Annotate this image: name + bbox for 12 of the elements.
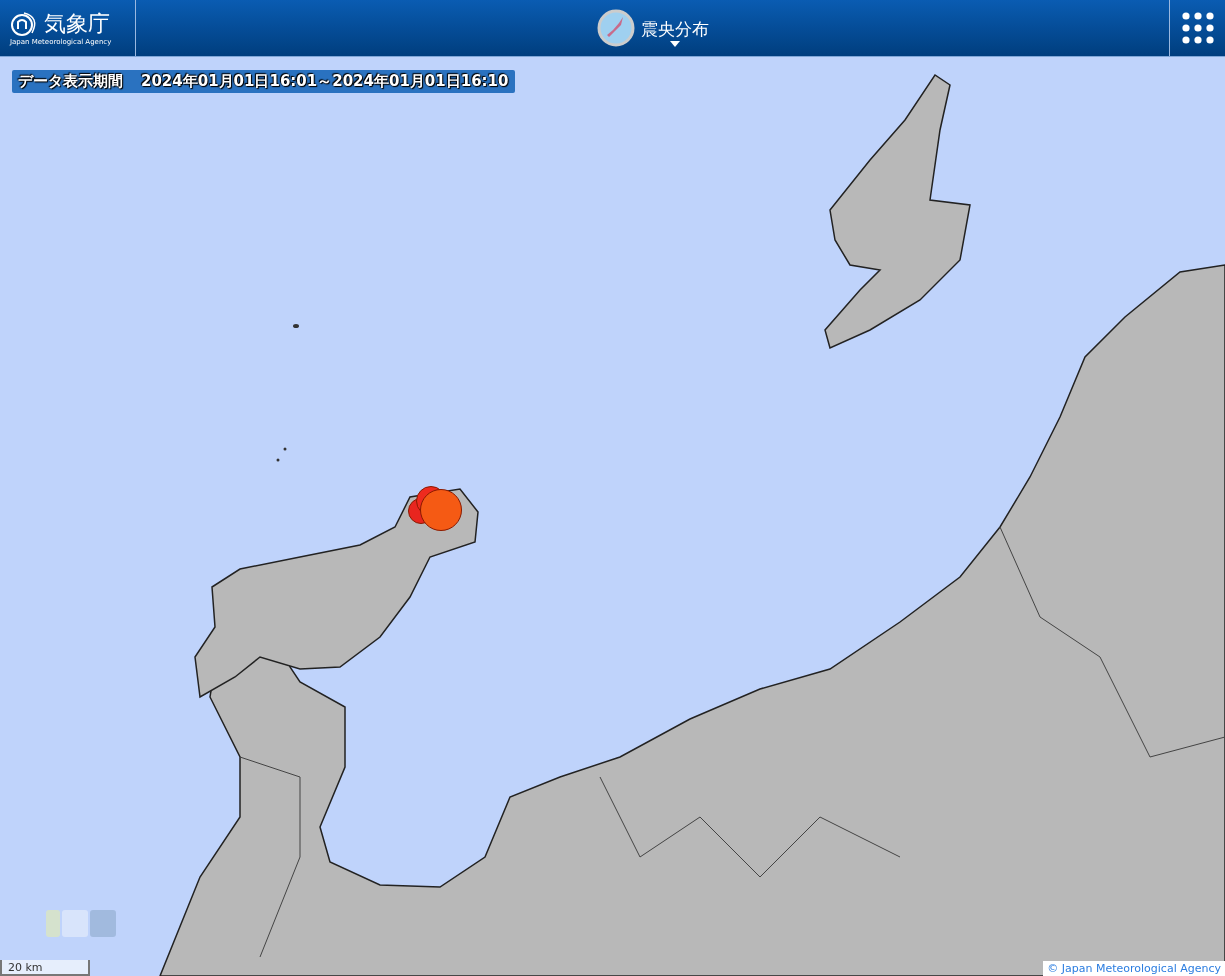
period-label: データ表示期間: [18, 72, 123, 91]
page-title[interactable]: 震央分布: [640, 17, 709, 41]
japan-globe-icon: [596, 9, 635, 47]
layer-toggle[interactable]: [62, 910, 88, 937]
layer-toggle[interactable]: [90, 910, 116, 937]
grid-menu-icon: [1180, 11, 1215, 45]
attribution-link[interactable]: © Japan Meteorological Agency: [1043, 961, 1225, 976]
layer-toggle[interactable]: [46, 910, 60, 937]
caret-icon[interactable]: [669, 40, 680, 47]
scale-bar: 20 km: [0, 960, 90, 976]
logo-name: 気象庁: [44, 10, 110, 37]
period-value: 2024年01月01日16:01～2024年01月01日16:10: [141, 72, 509, 91]
